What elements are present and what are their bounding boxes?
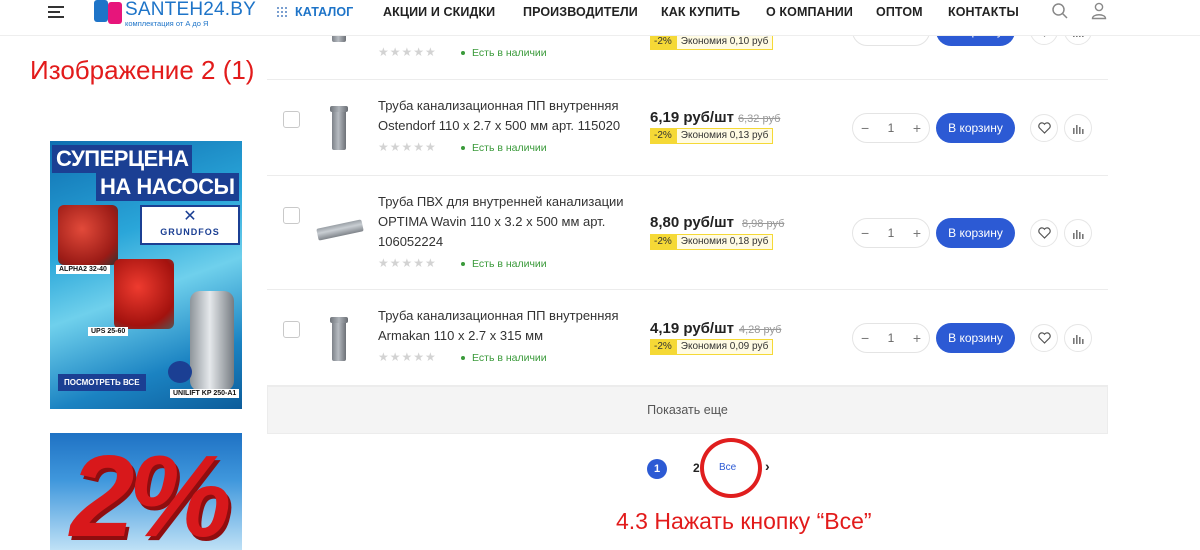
page-2-button[interactable]: 2 bbox=[693, 461, 700, 475]
economy-amount: Экономия 0,10 руб bbox=[675, 34, 774, 50]
show-more-button[interactable]: Показать еще bbox=[267, 386, 1108, 434]
next-page-arrow-icon[interactable]: › bbox=[765, 458, 770, 474]
product-checkbox[interactable] bbox=[283, 111, 300, 128]
compare-chart-icon[interactable] bbox=[1064, 219, 1092, 247]
product-row: Труба ПВХ для внутренней канализации OPT… bbox=[267, 176, 1108, 290]
quantity-stepper: − 1 + bbox=[852, 323, 930, 353]
product-row: Труба канализационная ПП внутренняя Arma… bbox=[267, 290, 1108, 386]
nav-wholesale[interactable]: Оптом bbox=[876, 5, 923, 19]
nav-catalog[interactable]: Каталог bbox=[295, 5, 353, 19]
quantity-stepper: − 1 + bbox=[852, 218, 930, 248]
qty-value[interactable]: 1 bbox=[888, 226, 895, 240]
annotation-title: Изображение 2 (1) bbox=[30, 55, 255, 85]
qty-minus-button[interactable]: − bbox=[861, 330, 869, 346]
grid-icon bbox=[277, 7, 287, 17]
stock-status: Есть в наличии bbox=[461, 142, 547, 154]
discount-badge: -2% Экономия 0,13 руб bbox=[650, 128, 774, 144]
wishlist-heart-icon[interactable] bbox=[1030, 114, 1058, 142]
qty-plus-button[interactable]: + bbox=[913, 330, 921, 346]
qty-value[interactable]: 1 bbox=[888, 121, 895, 135]
nav-about[interactable]: О компании bbox=[766, 5, 853, 19]
pump-label-alpha2: ALPHA2 32-40 bbox=[56, 265, 110, 274]
nav-how-to-buy[interactable]: Как купить bbox=[661, 5, 740, 19]
rating-stars: ★★★★★ bbox=[378, 140, 437, 154]
user-icon[interactable] bbox=[1091, 2, 1107, 20]
rating-stars: ★★★★★ bbox=[378, 350, 437, 364]
pump-label-unilift: UNILIFT KP 250-A1 bbox=[170, 389, 240, 398]
discount-percent: -2% bbox=[650, 234, 676, 250]
logo-name: SANTEH24.BY bbox=[125, 0, 257, 20]
annotation-circle bbox=[700, 438, 762, 498]
compare-chart-icon[interactable] bbox=[1064, 324, 1092, 352]
banner-view-all-button[interactable]: ПОСМОТРЕТЬ ВСЕ bbox=[58, 374, 146, 391]
wishlist-heart-icon[interactable] bbox=[1030, 324, 1058, 352]
qty-minus-button[interactable]: − bbox=[861, 120, 869, 136]
site-header: SANTEH24.BY комплектация от А до Я Катал… bbox=[0, 0, 1200, 36]
discount-badge: -2% Экономия 0,10 руб bbox=[650, 34, 774, 50]
qty-plus-button[interactable]: + bbox=[913, 225, 921, 241]
economy-amount: Экономия 0,13 руб bbox=[675, 128, 774, 144]
pump-label-ups: UPS 25-60 bbox=[88, 327, 129, 336]
product-image[interactable] bbox=[315, 206, 364, 254]
logo-mark bbox=[92, 0, 122, 24]
grundfos-mark-icon: ✕ bbox=[183, 208, 197, 225]
stock-status: Есть в наличии bbox=[461, 352, 547, 364]
product-price: 8,80 руб/шт bbox=[650, 214, 734, 231]
menu-icon[interactable] bbox=[48, 6, 64, 18]
search-icon[interactable] bbox=[1051, 2, 1069, 20]
grundfos-logo: ✕ GRUNDFOS bbox=[140, 205, 240, 245]
product-row: Труба канализационная ПП внутренняя Oste… bbox=[267, 80, 1108, 176]
page-1-button[interactable]: 1 bbox=[647, 459, 667, 479]
economy-amount: Экономия 0,18 руб bbox=[675, 234, 774, 250]
product-price: 4,19 руб/шт bbox=[650, 320, 734, 337]
discount-badge: -2% Экономия 0,18 руб bbox=[650, 234, 774, 250]
site-logo[interactable]: SANTEH24.BY комплектация от А до Я bbox=[92, 0, 256, 28]
product-name[interactable]: Труба канализационная ПП внутренняя Arma… bbox=[378, 306, 640, 346]
old-price: 4,28 руб bbox=[739, 324, 782, 336]
add-to-cart-button[interactable]: В корзину bbox=[936, 323, 1015, 353]
qty-plus-button[interactable]: + bbox=[913, 120, 921, 136]
add-to-cart-button[interactable]: В корзину bbox=[936, 218, 1015, 248]
product-checkbox[interactable] bbox=[283, 207, 300, 224]
product-checkbox[interactable] bbox=[283, 321, 300, 338]
nav-manufacturers[interactable]: Производители bbox=[523, 5, 638, 19]
wishlist-heart-icon[interactable] bbox=[1030, 219, 1058, 247]
qty-value[interactable]: 1 bbox=[888, 331, 895, 345]
qty-minus-button[interactable]: − bbox=[861, 225, 869, 241]
banner-headline-2: НА НАСОСЫ bbox=[96, 173, 239, 201]
product-image[interactable] bbox=[315, 104, 363, 152]
logo-tagline: комплектация от А до Я bbox=[125, 19, 209, 28]
pump-alpha2-image bbox=[58, 205, 118, 265]
nav-sales[interactable]: Акции и скидки bbox=[383, 5, 495, 19]
stock-status: Есть в наличии bbox=[461, 47, 547, 59]
old-price: 6,32 руб bbox=[738, 113, 781, 125]
banner-headline-1: СУПЕРЦЕНА bbox=[52, 145, 193, 173]
product-image[interactable] bbox=[315, 315, 363, 363]
discount-percent: -2% bbox=[650, 339, 676, 355]
quantity-stepper: − 1 + bbox=[852, 113, 930, 143]
product-price: 6,19 руб/шт bbox=[650, 109, 734, 126]
compare-chart-icon[interactable] bbox=[1064, 114, 1092, 142]
product-name[interactable]: Труба ПВХ для внутренней канализации OPT… bbox=[378, 192, 640, 252]
product-name[interactable]: Труба канализационная ПП внутренняя Oste… bbox=[378, 96, 640, 136]
grundfos-brand: GRUNDFOS bbox=[160, 227, 220, 237]
stock-status: Есть в наличии bbox=[461, 258, 547, 270]
rating-stars: ★★★★★ bbox=[378, 45, 437, 59]
discount-banner[interactable]: 2% bbox=[50, 433, 242, 550]
economy-amount: Экономия 0,09 руб bbox=[675, 339, 774, 355]
discount-banner-text: 2% bbox=[70, 433, 232, 550]
add-to-cart-button[interactable]: В корзину bbox=[936, 113, 1015, 143]
discount-percent: -2% bbox=[650, 128, 676, 144]
rating-stars: ★★★★★ bbox=[378, 256, 437, 270]
pump-ups-image bbox=[114, 259, 174, 329]
old-price: 8,98 руб bbox=[742, 218, 785, 230]
pump-float-image bbox=[168, 361, 192, 383]
pump-unilift-image bbox=[190, 291, 234, 391]
discount-percent: -2% bbox=[650, 34, 676, 50]
discount-badge: -2% Экономия 0,09 руб bbox=[650, 339, 774, 355]
pumps-banner[interactable]: СУПЕРЦЕНА НА НАСОСЫ ✕ GRUNDFOS ALPHA2 32… bbox=[50, 141, 242, 409]
annotation-step: 4.3 Нажать кнопку “Все” bbox=[616, 508, 872, 534]
nav-contacts[interactable]: Контакты bbox=[948, 5, 1019, 19]
